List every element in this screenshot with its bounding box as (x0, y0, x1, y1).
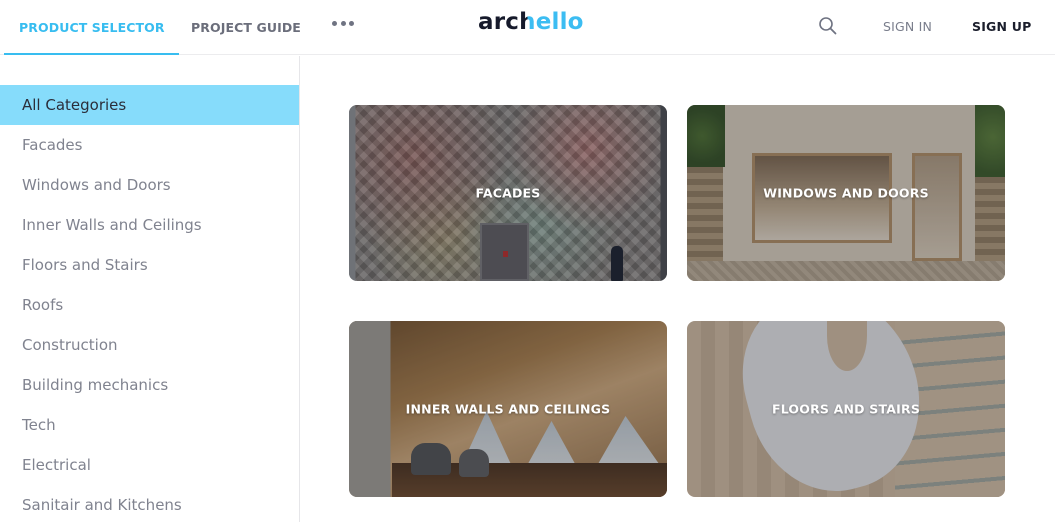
category-card-inner-walls-and-ceilings[interactable]: INNER WALLS AND CEILINGS (349, 321, 667, 497)
archello-logo[interactable]: archello (478, 9, 584, 35)
category-windows-and-doors[interactable]: Windows and Doors (0, 165, 299, 205)
search-icon[interactable] (818, 16, 838, 36)
category-electrical[interactable]: Electrical (0, 445, 299, 485)
category-card-windows-and-doors[interactable]: WINDOWS AND DOORS (687, 105, 1005, 281)
sign-in-link[interactable]: SIGN IN (883, 0, 932, 52)
logo-text-h: h (519, 9, 536, 35)
sign-up-link[interactable]: SIGN UP (972, 0, 1031, 52)
category-sanitair-and-kitchens[interactable]: Sanitair and Kitchens (0, 485, 299, 522)
logo-text-light: ello (535, 9, 584, 35)
category-card-floors-and-stairs[interactable]: FLOORS AND STAIRS (687, 321, 1005, 497)
category-all[interactable]: All Categories (0, 85, 299, 125)
card-label: INNER WALLS AND CEILINGS (405, 401, 611, 417)
category-card-facades[interactable]: FACADES (349, 105, 667, 281)
category-tech[interactable]: Tech (0, 405, 299, 445)
top-navigation: PRODUCT SELECTOR PROJECT GUIDE archello … (0, 0, 1055, 55)
logo-text-dark: arc (478, 9, 520, 35)
category-sidebar: All Categories Facades Windows and Doors… (0, 56, 300, 522)
category-facades[interactable]: Facades (0, 125, 299, 165)
card-label: WINDOWS AND DOORS (763, 185, 929, 201)
tab-product-selector[interactable]: PRODUCT SELECTOR (4, 0, 179, 55)
category-inner-walls-and-ceilings[interactable]: Inner Walls and Ceilings (0, 205, 299, 245)
category-construction[interactable]: Construction (0, 325, 299, 365)
card-label: FACADES (475, 185, 541, 201)
category-roofs[interactable]: Roofs (0, 285, 299, 325)
tab-project-guide[interactable]: PROJECT GUIDE (191, 0, 301, 55)
category-floors-and-stairs[interactable]: Floors and Stairs (0, 245, 299, 285)
category-building-mechanics[interactable]: Building mechanics (0, 365, 299, 405)
card-label: FLOORS AND STAIRS (771, 401, 921, 417)
more-horizontal-icon[interactable] (332, 21, 354, 27)
